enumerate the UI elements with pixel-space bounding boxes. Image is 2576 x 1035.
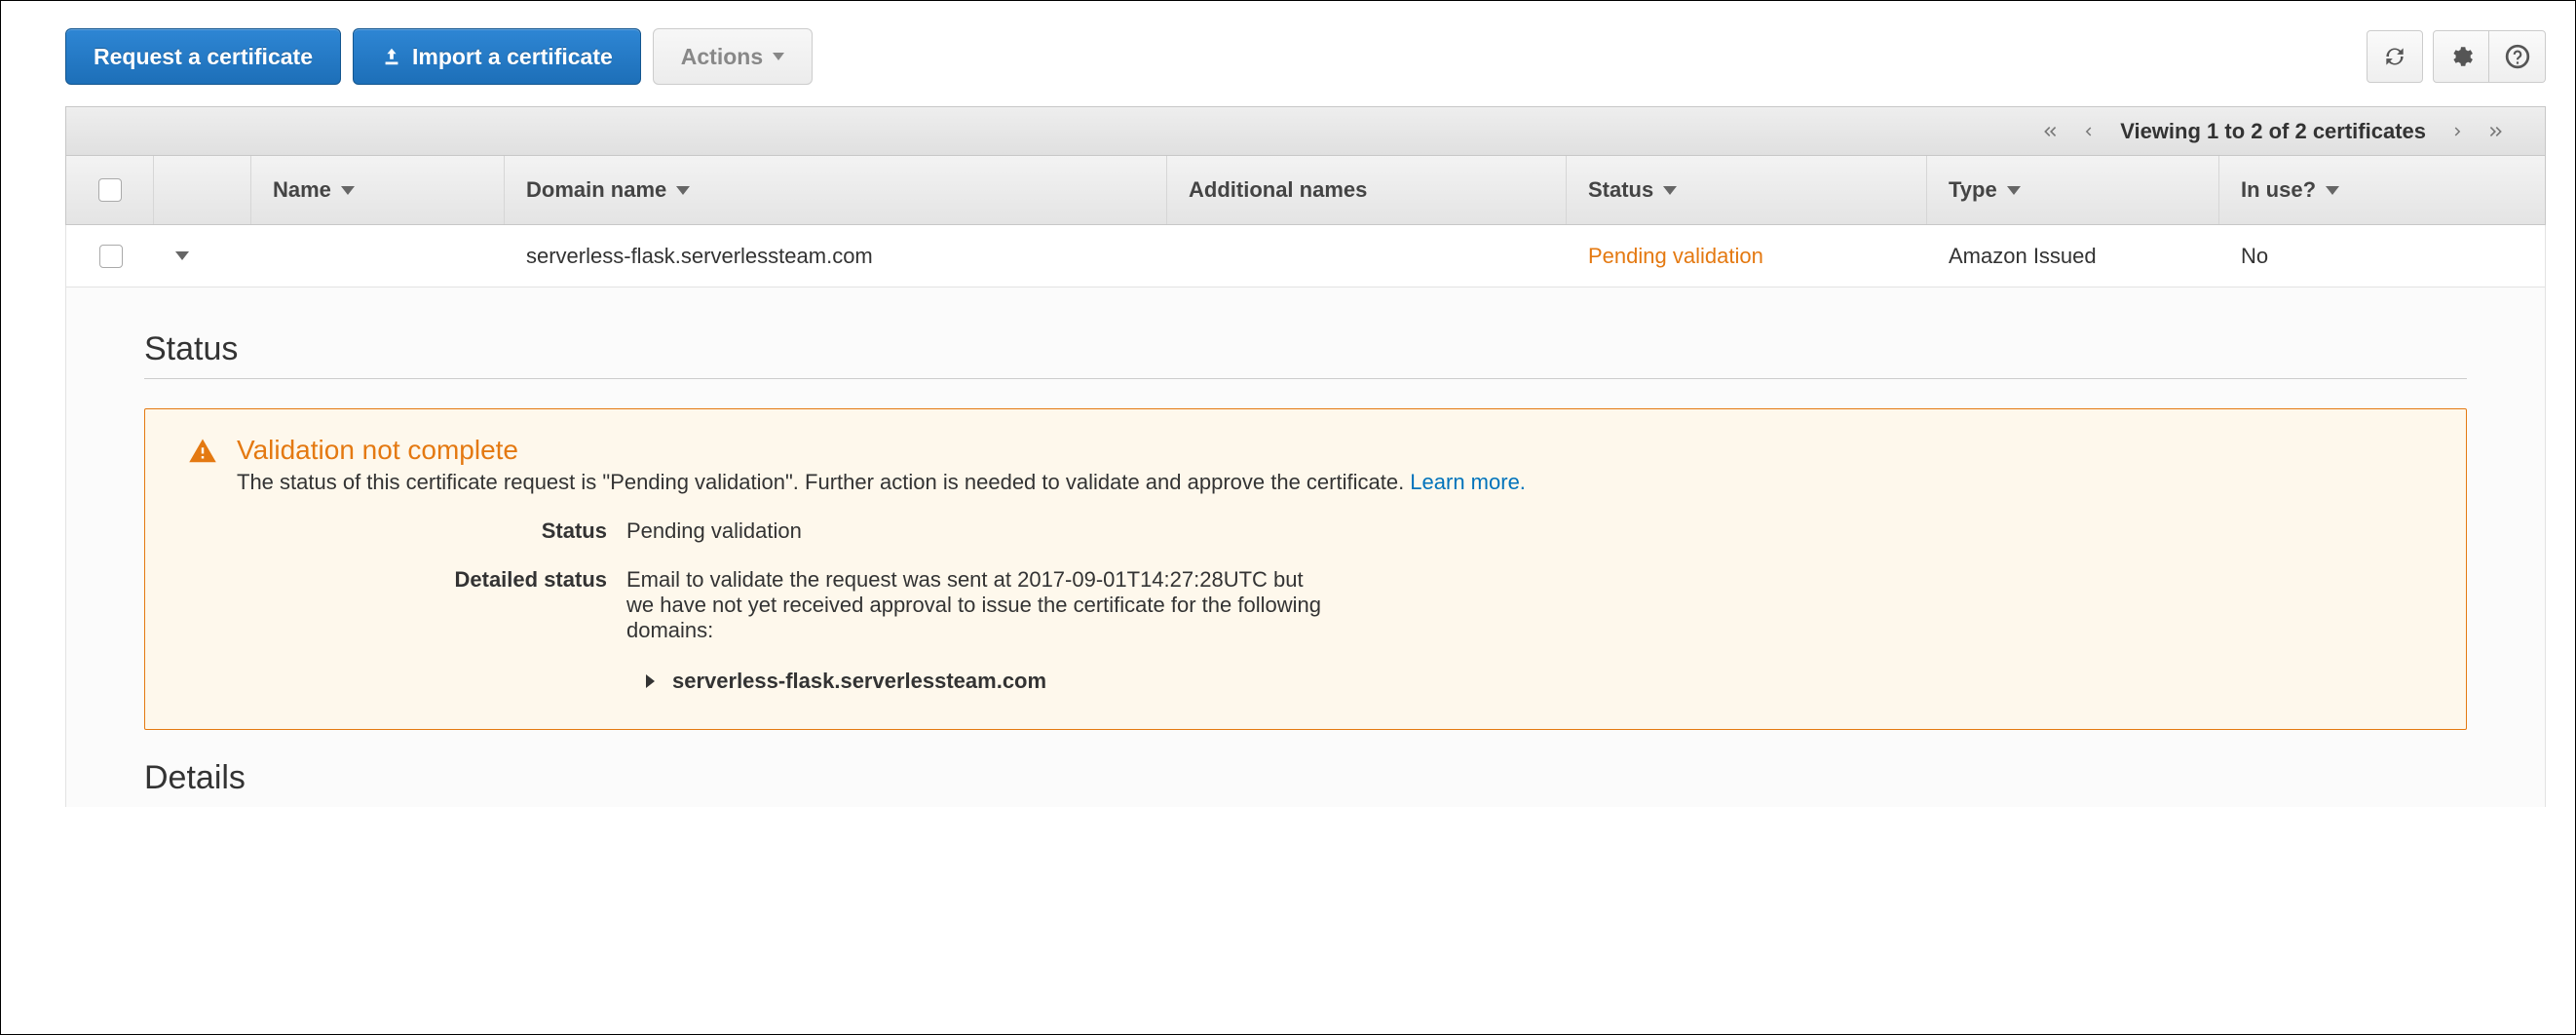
- column-inuse-label: In use?: [2241, 177, 2316, 203]
- pagination-bar: Viewing 1 to 2 of 2 certificates: [65, 106, 2546, 155]
- sort-caret-icon: [2326, 186, 2339, 195]
- row-expand-toggle[interactable]: [175, 251, 189, 260]
- row-status-cell: Pending validation: [1567, 244, 1927, 269]
- gear-icon: [2448, 44, 2474, 69]
- pending-domain-item[interactable]: serverless-flask.serverlessteam.com: [646, 669, 2423, 694]
- page-last-button[interactable]: [2477, 122, 2516, 141]
- import-certificate-label: Import a certificate: [412, 44, 613, 70]
- certificate-details-panel: Status Validation not complete The statu…: [65, 288, 2546, 807]
- column-header-select-all[interactable]: [66, 156, 154, 224]
- warning-icon: [188, 437, 217, 466]
- column-header-additional-names[interactable]: Additional names: [1167, 156, 1567, 224]
- alert-description-text: The status of this certificate request i…: [237, 470, 1410, 494]
- column-domain-label: Domain name: [526, 177, 666, 203]
- refresh-button[interactable]: [2367, 30, 2423, 83]
- status-section-title: Status: [144, 330, 2467, 379]
- status-kv-value: Pending validation: [626, 518, 1328, 544]
- column-header-in-use[interactable]: In use?: [2219, 156, 2545, 224]
- select-all-checkbox[interactable]: [98, 178, 122, 202]
- sort-caret-icon: [1663, 186, 1677, 195]
- row-type-cell: Amazon Issued: [1927, 244, 2219, 269]
- alert-title: Validation not complete: [237, 435, 1526, 466]
- request-certificate-label: Request a certificate: [94, 44, 313, 70]
- page-next-button[interactable]: [2440, 123, 2477, 140]
- toolbar: Request a certificate Import a certifica…: [5, 5, 2571, 106]
- help-button[interactable]: [2489, 30, 2546, 83]
- actions-dropdown-button[interactable]: Actions: [653, 28, 813, 85]
- chevron-right-icon: [2449, 123, 2467, 140]
- validation-alert: Validation not complete The status of th…: [144, 408, 2467, 730]
- row-domain-cell: serverless-flask.serverlessteam.com: [505, 244, 1167, 269]
- column-type-label: Type: [1949, 177, 1997, 203]
- upload-icon: [381, 46, 402, 67]
- sort-caret-icon: [676, 186, 690, 195]
- certificate-manager-page: Request a certificate Import a certifica…: [0, 0, 2576, 1035]
- column-header-status[interactable]: Status: [1567, 156, 1927, 224]
- page-first-button[interactable]: [2030, 122, 2069, 141]
- import-certificate-button[interactable]: Import a certificate: [353, 28, 641, 85]
- column-header-domain-name[interactable]: Domain name: [505, 156, 1167, 224]
- page-prev-button[interactable]: [2069, 123, 2106, 140]
- row-select-checkbox[interactable]: [99, 245, 123, 268]
- column-header-name[interactable]: Name: [251, 156, 505, 224]
- settings-button[interactable]: [2433, 30, 2489, 83]
- pagination-viewing-text: Viewing 1 to 2 of 2 certificates: [2106, 119, 2440, 144]
- column-header-type[interactable]: Type: [1927, 156, 2219, 224]
- details-section-title: Details: [144, 759, 2467, 807]
- column-status-label: Status: [1588, 177, 1653, 203]
- chevron-left-icon: [2079, 123, 2097, 140]
- learn-more-link[interactable]: Learn more.: [1410, 470, 1526, 494]
- status-kv-label: Status: [188, 518, 626, 544]
- sort-caret-icon: [2007, 186, 2021, 195]
- help-icon: [2505, 44, 2530, 69]
- table-header-row: Name Domain name Additional names Status…: [65, 155, 2546, 225]
- detailed-status-kv-value: Email to validate the request was sent a…: [626, 567, 1328, 643]
- column-additional-label: Additional names: [1189, 177, 1367, 203]
- toolbar-icon-group: [2433, 30, 2546, 83]
- caret-right-icon: [646, 674, 655, 688]
- request-certificate-button[interactable]: Request a certificate: [65, 28, 341, 85]
- actions-label: Actions: [681, 44, 763, 70]
- certificates-table: Name Domain name Additional names Status…: [65, 155, 2546, 288]
- alert-description: The status of this certificate request i…: [237, 470, 1526, 495]
- column-header-expand: [154, 156, 251, 224]
- chevron-double-left-icon: [2040, 122, 2060, 141]
- column-name-label: Name: [273, 177, 331, 203]
- row-inuse-cell: No: [2219, 244, 2545, 269]
- caret-down-icon: [773, 53, 784, 60]
- detailed-status-kv-label: Detailed status: [188, 567, 626, 643]
- pending-domain-name: serverless-flask.serverlessteam.com: [672, 669, 1046, 694]
- refresh-icon: [2382, 44, 2407, 69]
- table-row[interactable]: serverless-flask.serverlessteam.com Pend…: [65, 225, 2546, 288]
- chevron-double-right-icon: [2486, 122, 2506, 141]
- sort-caret-icon: [341, 186, 355, 195]
